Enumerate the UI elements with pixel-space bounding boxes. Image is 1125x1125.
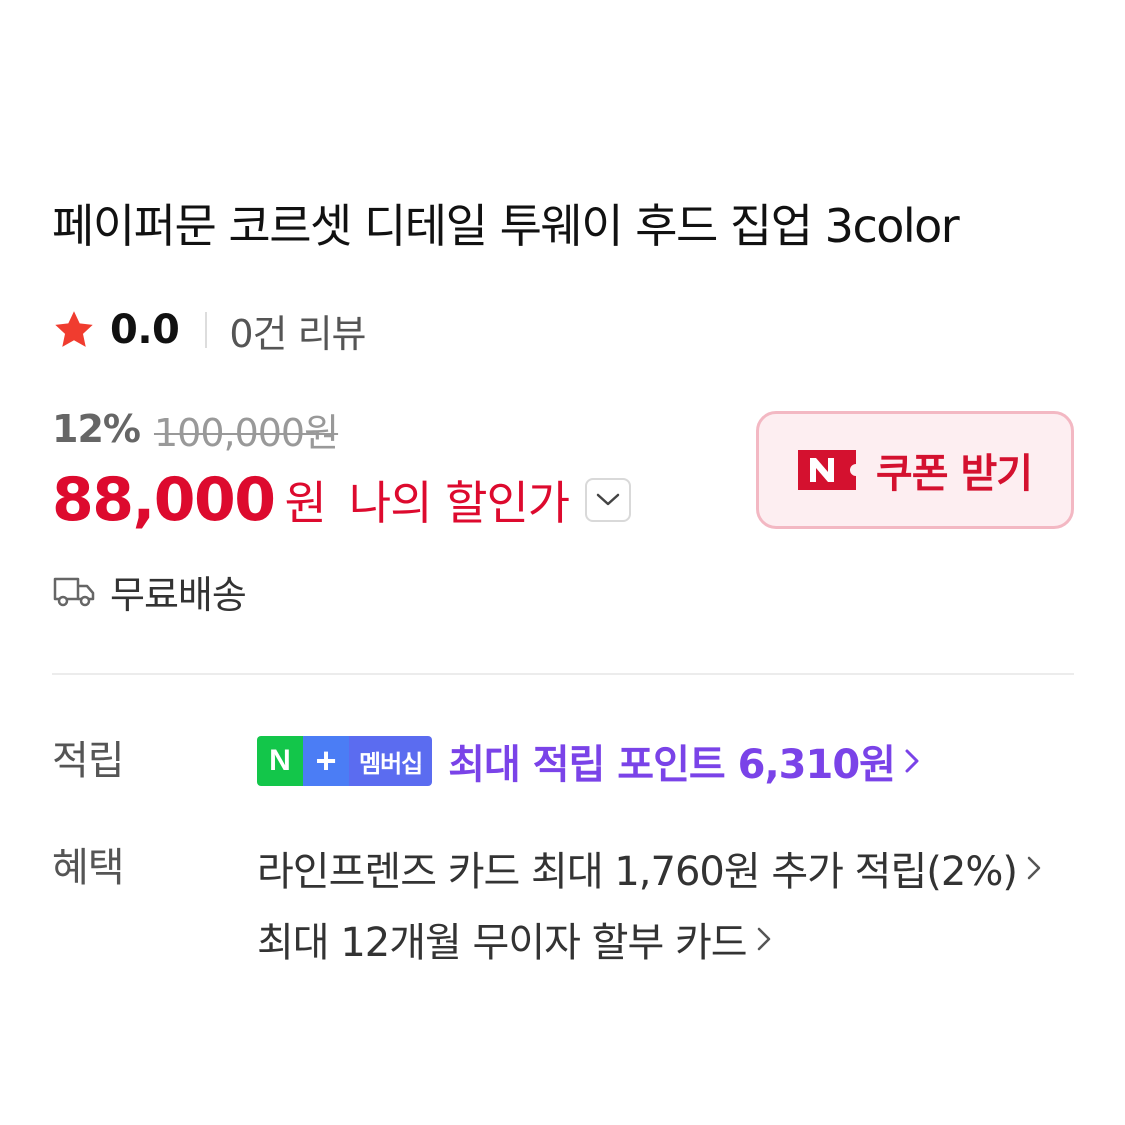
benefits-row-label: 혜택: [52, 845, 125, 891]
product-title: 페이퍼문 코르셋 디테일 투웨이 후드 집업 3color: [52, 199, 960, 253]
original-price-row: 12% 100,000원: [52, 404, 339, 455]
rating-value: 0.0: [110, 307, 180, 353]
coupon-download-button[interactable]: 쿠폰 받기: [756, 411, 1074, 529]
rating-row[interactable]: 0.0 0건 리뷰: [52, 303, 367, 358]
naver-coupon-icon: [797, 450, 856, 490]
badge-n: N: [257, 736, 303, 786]
benefit-text: 라인프렌즈 카드 최대 1,760원 추가 적립(2%): [257, 849, 1018, 895]
section-divider: [52, 673, 1074, 675]
discount-rate: 12%: [52, 407, 141, 451]
star-icon: [55, 311, 93, 347]
original-price: 100,000원: [153, 410, 339, 455]
chevron-right-icon: [905, 749, 919, 773]
coupon-label: 쿠폰 받기: [875, 451, 1033, 497]
price-unit: 원: [284, 476, 327, 530]
rating-divider: [205, 312, 208, 348]
chevron-right-icon: [1027, 856, 1041, 880]
discount-detail-toggle[interactable]: [585, 478, 632, 522]
sale-price-row: 88,000 원 나의 할인가: [52, 464, 632, 536]
naver-plus-membership-badge: N + 멤버십: [257, 736, 433, 786]
truck-icon: [53, 577, 95, 607]
benefit-text: 최대 12개월 무이자 할부 카드: [257, 920, 748, 966]
points-row-label: 적립: [52, 738, 125, 784]
badge-text: 멤버십: [349, 736, 433, 786]
shipping-row: 무료배송: [52, 566, 247, 617]
benefit-item-installment[interactable]: 최대 12개월 무이자 할부 카드: [257, 911, 773, 967]
membership-points-link[interactable]: N + 멤버십 최대 적립 포인트 6,310원: [257, 733, 921, 789]
chevron-right-icon: [757, 927, 770, 951]
max-points-text: 최대 적립 포인트 6,310원: [448, 742, 896, 788]
benefit-item-card-points[interactable]: 라인프렌즈 카드 최대 1,760원 추가 적립(2%): [257, 840, 1043, 896]
shipping-label: 무료배송: [110, 572, 247, 617]
my-discount-label: 나의 할인가: [348, 476, 570, 530]
review-count[interactable]: 0건 리뷰: [229, 303, 366, 358]
sale-price: 88,000: [52, 465, 276, 535]
product-summary: 페이퍼문 코르셋 디테일 투웨이 후드 집업 3color 0.0 0건 리뷰 …: [0, 0, 1125, 1125]
chevron-down-icon: [596, 493, 620, 506]
badge-plus: +: [303, 736, 349, 786]
